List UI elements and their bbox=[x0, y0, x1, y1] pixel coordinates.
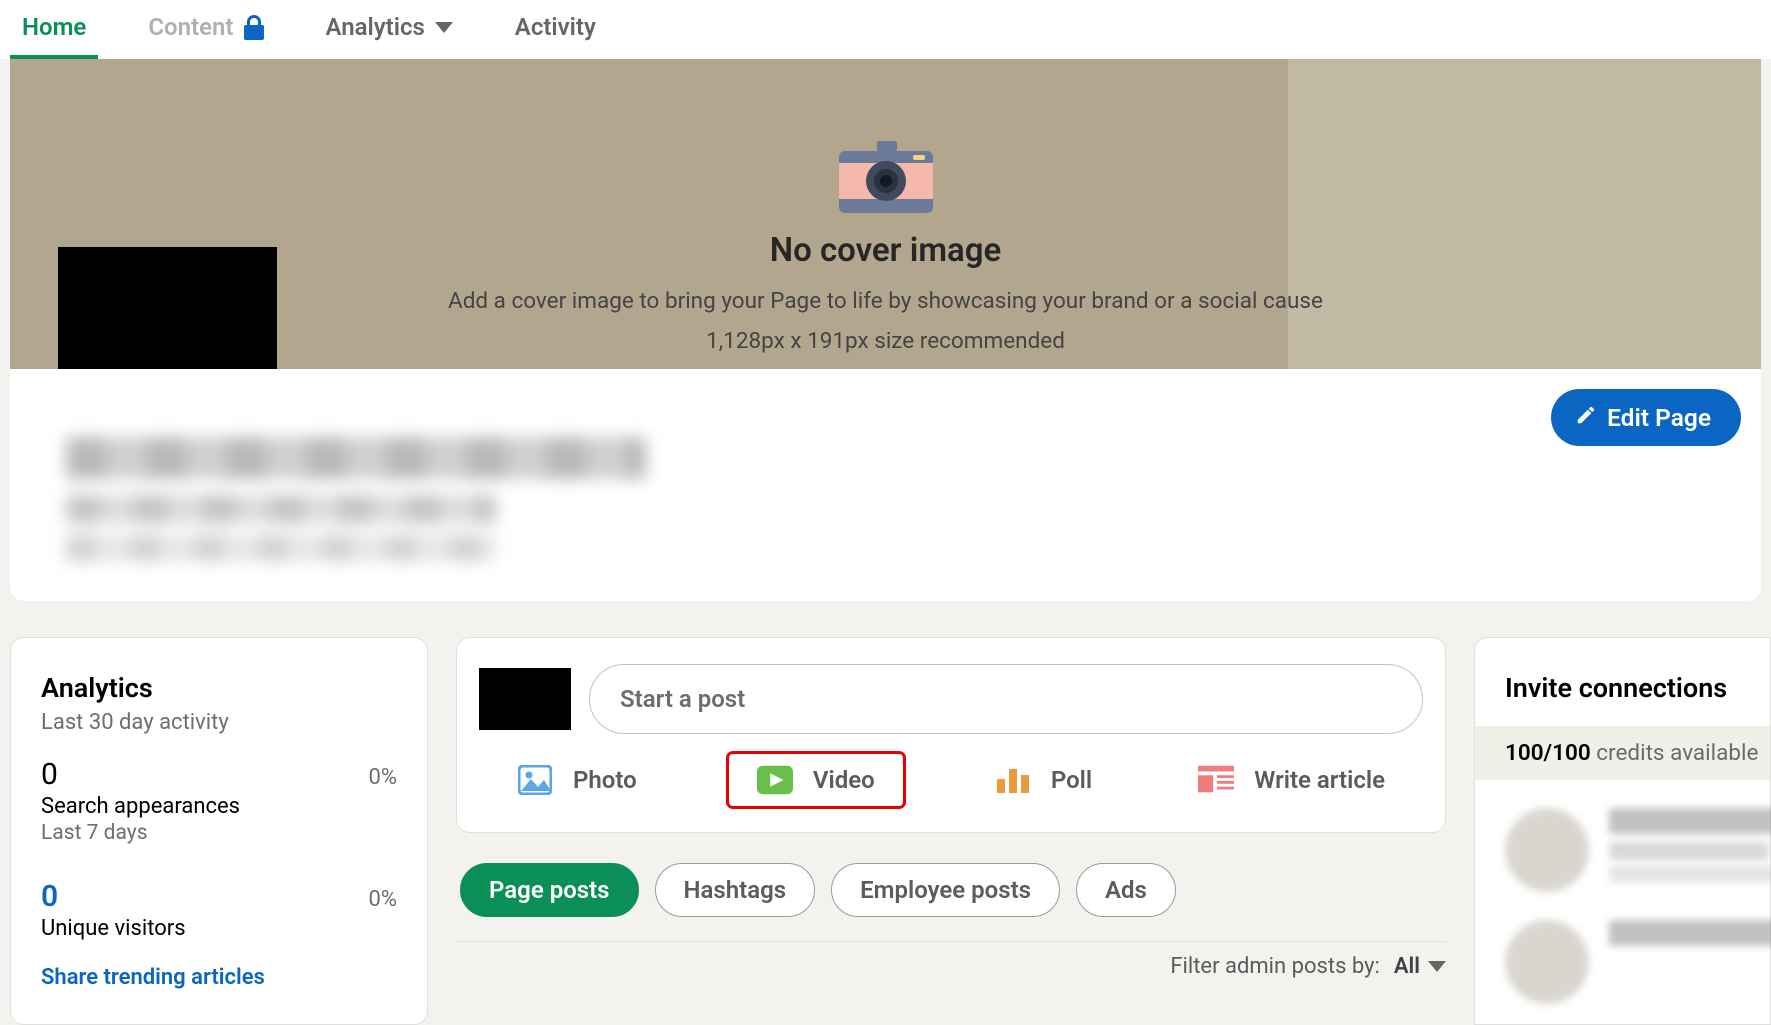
admin-filter-label: Filter admin posts by: bbox=[1170, 954, 1380, 979]
chevron-down-icon bbox=[435, 22, 453, 33]
camera-icon bbox=[839, 141, 933, 219]
pencil-icon bbox=[1575, 403, 1597, 432]
connection-row[interactable] bbox=[1505, 920, 1746, 1004]
invite-connections-card: Invite connections 100/100 credits avail… bbox=[1474, 637, 1771, 1025]
tab-home[interactable]: Home bbox=[10, 3, 98, 59]
pill-employee-posts[interactable]: Employee posts bbox=[831, 863, 1060, 917]
admin-filter-dropdown[interactable]: All bbox=[1394, 954, 1446, 979]
action-label: Write article bbox=[1254, 766, 1385, 794]
metric-value-link[interactable]: 0 bbox=[41, 879, 58, 914]
tab-content[interactable]: Content bbox=[136, 3, 275, 59]
avatar bbox=[1505, 808, 1589, 892]
credits-text: credits available bbox=[1596, 740, 1758, 766]
connection-row[interactable] bbox=[1505, 808, 1746, 892]
page-header-card: Edit Page bbox=[10, 369, 1761, 601]
metric-label: Unique visitors bbox=[41, 916, 397, 941]
tab-label: Content bbox=[148, 13, 233, 41]
edit-page-label: Edit Page bbox=[1607, 403, 1711, 432]
share-trending-link[interactable]: Share trending articles bbox=[41, 965, 265, 990]
chevron-down-icon bbox=[1428, 961, 1446, 972]
compose-poll-button[interactable]: Poll bbox=[981, 754, 1106, 806]
action-label: Poll bbox=[1051, 766, 1092, 794]
invite-title: Invite connections bbox=[1505, 672, 1746, 704]
page-logo[interactable] bbox=[58, 247, 277, 369]
pill-ads[interactable]: Ads bbox=[1076, 863, 1176, 917]
start-post-placeholder: Start a post bbox=[620, 685, 745, 713]
action-label: Video bbox=[813, 766, 875, 794]
analytics-title: Analytics bbox=[41, 672, 397, 704]
analytics-subtitle: Last 30 day activity bbox=[41, 710, 397, 735]
tab-label: Home bbox=[22, 13, 86, 41]
tab-activity[interactable]: Activity bbox=[503, 3, 608, 59]
compose-video-button[interactable]: Video bbox=[729, 754, 903, 806]
metric-period: Last 7 days bbox=[41, 821, 397, 845]
credits-count: 100/100 bbox=[1505, 740, 1591, 766]
analytics-card: Analytics Last 30 day activity 0 0% Sear… bbox=[10, 637, 428, 1025]
composer-card: Start a post Photo Video bbox=[456, 637, 1446, 833]
start-post-input[interactable]: Start a post bbox=[589, 664, 1423, 734]
tab-label: Analytics bbox=[325, 13, 424, 41]
metric-pct: 0% bbox=[369, 765, 397, 790]
pill-page-posts[interactable]: Page posts bbox=[460, 863, 639, 917]
metric-pct: 0% bbox=[369, 887, 397, 912]
top-nav: Home Content Analytics Activity bbox=[0, 0, 1771, 59]
tab-label: Activity bbox=[515, 13, 596, 41]
lock-icon bbox=[243, 15, 263, 39]
metric-value: 0 bbox=[41, 757, 58, 792]
action-label: Photo bbox=[573, 766, 637, 794]
composer-avatar bbox=[479, 668, 571, 730]
post-feed-tabs: Page posts Hashtags Employee posts Ads bbox=[456, 833, 1446, 917]
admin-filter-value: All bbox=[1394, 954, 1420, 979]
article-icon bbox=[1198, 764, 1234, 796]
compose-article-button[interactable]: Write article bbox=[1184, 754, 1399, 806]
metric-label: Search appearances bbox=[41, 794, 397, 819]
video-icon bbox=[757, 764, 793, 796]
avatar bbox=[1505, 920, 1589, 1004]
poll-icon bbox=[995, 764, 1031, 796]
pill-hashtags[interactable]: Hashtags bbox=[655, 863, 816, 917]
cover-banner[interactable]: No cover image Add a cover image to brin… bbox=[10, 59, 1761, 369]
compose-photo-button[interactable]: Photo bbox=[503, 754, 651, 806]
page-name-blurred bbox=[66, 437, 1719, 561]
tab-analytics[interactable]: Analytics bbox=[313, 3, 464, 59]
credits-banner: 100/100 credits available bbox=[1475, 726, 1770, 780]
photo-icon bbox=[517, 764, 553, 796]
